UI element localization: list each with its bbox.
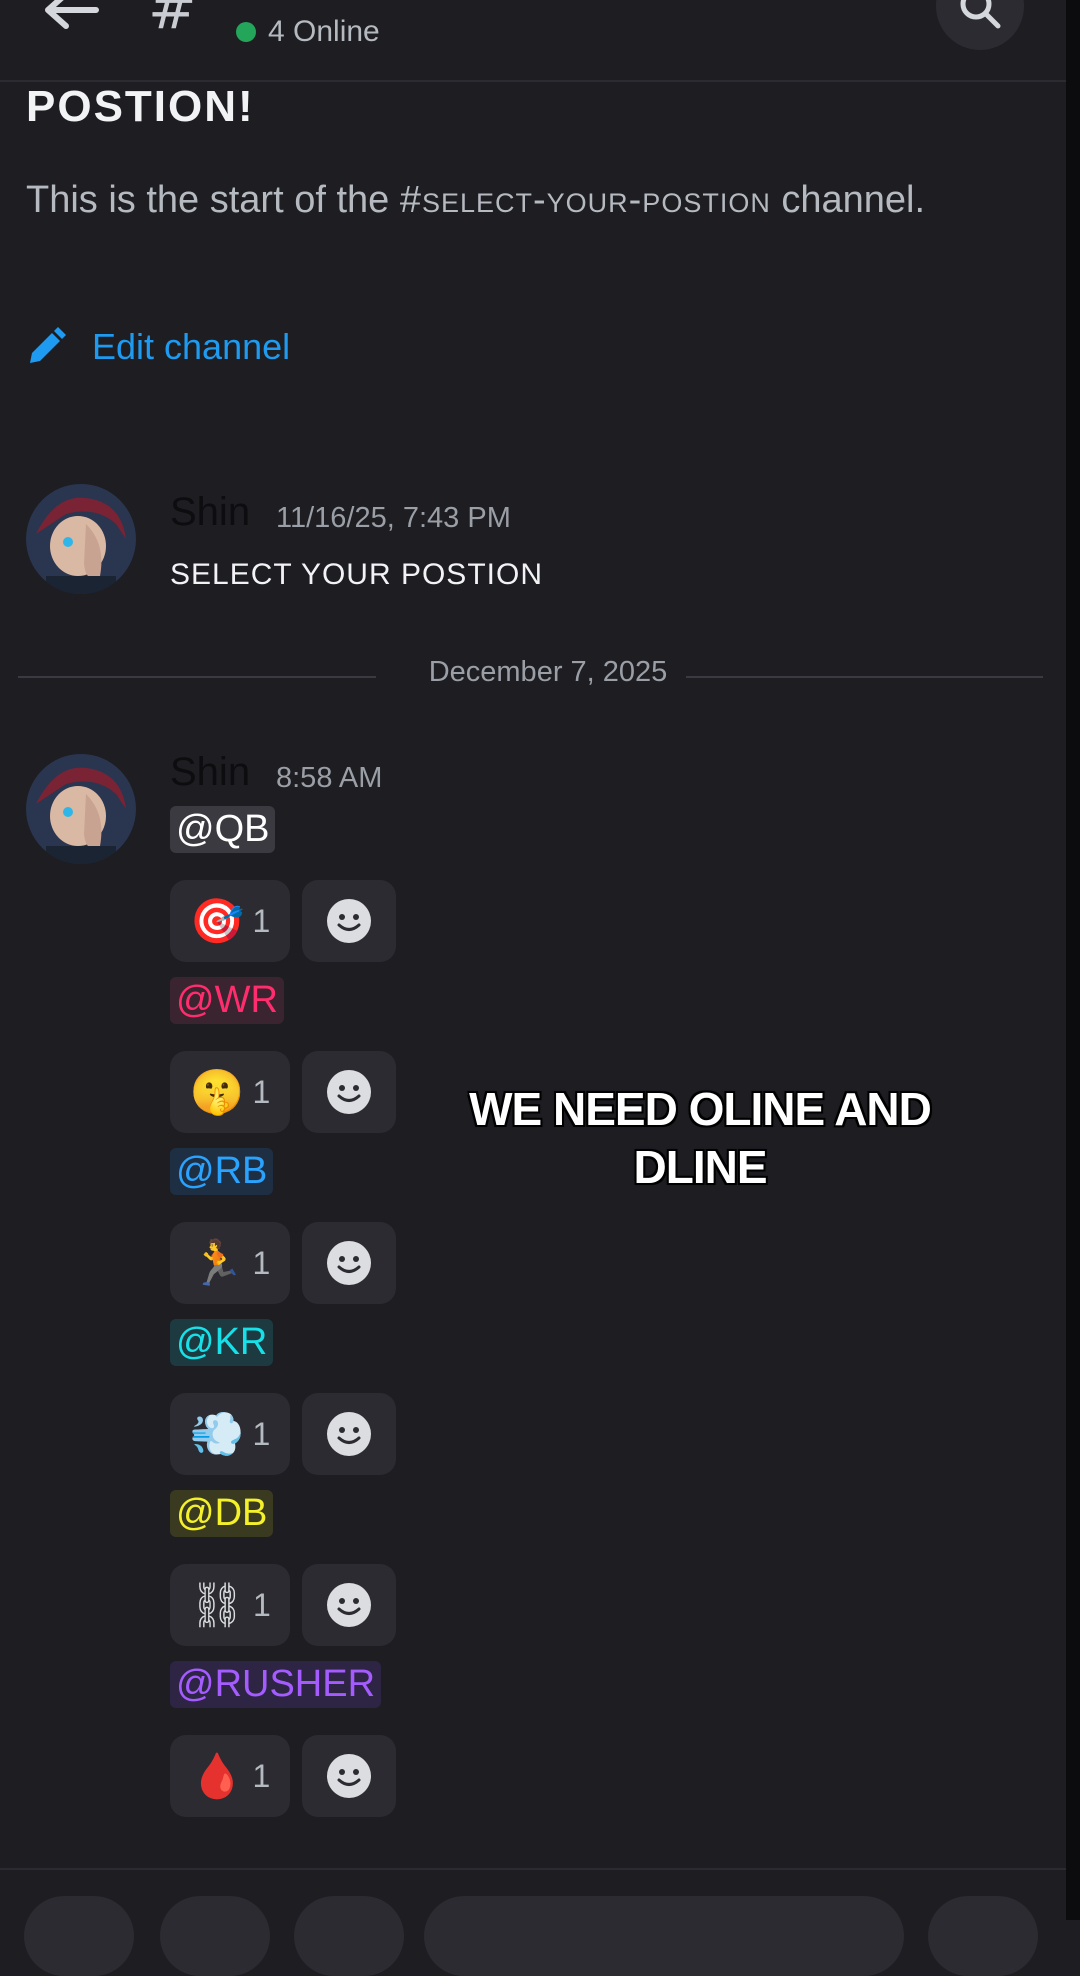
reaction-pill[interactable]: 💨 1 (170, 1393, 290, 1475)
plus-button[interactable] (24, 1896, 134, 1976)
smiley-icon (327, 1241, 371, 1285)
intro-desc-prefix: This is the start of the (26, 179, 400, 221)
role-mention[interactable]: @KR (170, 1319, 274, 1366)
role-mention[interactable]: @DB (170, 1490, 274, 1537)
reaction-pill[interactable]: 🤫 1 (170, 1051, 290, 1133)
smiley-icon (327, 1583, 371, 1627)
add-reaction-button[interactable] (302, 1564, 396, 1646)
reaction-emoji-icon: 💨 (189, 1409, 245, 1460)
reaction-pill[interactable]: 🎯 1 (170, 880, 290, 962)
avatar[interactable] (26, 754, 136, 864)
smiley-icon (327, 1754, 371, 1798)
role-mention[interactable]: @RB (170, 1148, 274, 1195)
apps-button[interactable] (160, 1896, 270, 1976)
add-reaction-button[interactable] (302, 1222, 396, 1304)
role-mention[interactable]: @WR (170, 977, 284, 1024)
edit-channel-button[interactable]: Edit channel (26, 326, 290, 368)
add-reaction-button[interactable] (302, 1393, 396, 1475)
reaction-count: 1 (252, 1757, 271, 1794)
back-arrow-icon[interactable] (40, 0, 100, 30)
reaction-pill[interactable]: 🏃 1 (170, 1222, 290, 1304)
reaction-emoji-icon: 🏃 (189, 1238, 245, 1289)
reaction-pill[interactable]: 🩸 1 (170, 1735, 290, 1817)
avatar-image (26, 484, 136, 594)
reaction-count: 1 (252, 1073, 271, 1110)
avatar[interactable] (26, 484, 136, 594)
reaction-count: 1 (253, 1586, 271, 1623)
online-count: 4 Online (236, 15, 380, 49)
channel-intro-title: POSTION! (26, 82, 255, 131)
avatar-image (26, 754, 136, 864)
smiley-icon (327, 1070, 371, 1114)
reaction-emoji-icon: ⛓ (189, 1580, 246, 1631)
online-dot-icon (236, 22, 256, 42)
date-divider-label: December 7, 2025 (428, 656, 668, 688)
channel-hash-icon: # (148, 0, 197, 42)
message-timestamp: 11/16/25, 7:43 PM (276, 502, 511, 534)
search-icon (960, 0, 1001, 29)
reaction-count: 1 (252, 1415, 271, 1452)
message-author[interactable]: Shin (170, 750, 250, 795)
smiley-icon (327, 899, 371, 943)
search-button[interactable] (936, 0, 1024, 50)
gift-button[interactable] (294, 1896, 404, 1976)
reaction-emoji-icon: 🎯 (189, 896, 245, 947)
channel-intro-description: This is the start of the #select-your-po… (26, 172, 926, 228)
intro-channel-name: #select-your-postion (399, 179, 771, 221)
channel-header: # 4 Online (0, 0, 1066, 82)
add-reaction-button[interactable] (302, 1051, 396, 1133)
reaction-pill[interactable]: ⛓ 1 (170, 1564, 290, 1646)
message-text: SELECT YOUR POSTION (170, 558, 543, 591)
smiley-icon (327, 1412, 371, 1456)
video-caption: WE NEED OLINE AND DLINE (469, 1083, 932, 1193)
online-text: 4 Online (268, 15, 380, 48)
screen-edge (1066, 0, 1080, 1920)
reaction-count: 1 (252, 902, 271, 939)
edit-channel-label: Edit channel (92, 326, 291, 367)
add-reaction-button[interactable] (302, 880, 396, 962)
role-mention[interactable]: @RUSHER (170, 1661, 382, 1708)
voice-button[interactable] (928, 1896, 1038, 1976)
message-composer-bar (0, 1868, 1066, 1976)
intro-desc-suffix: channel. (770, 179, 926, 221)
reaction-count: 1 (252, 1244, 271, 1281)
pencil-icon (30, 327, 66, 363)
role-mention[interactable]: @QB (170, 806, 276, 853)
message-input[interactable] (424, 1896, 904, 1976)
message-author[interactable]: Shin (170, 490, 250, 535)
message-timestamp: 8:58 AM (276, 762, 383, 794)
reaction-emoji-icon: 🤫 (189, 1067, 245, 1118)
reaction-emoji-icon: 🩸 (189, 1751, 245, 1802)
add-reaction-button[interactable] (302, 1735, 396, 1817)
date-divider: December 7, 2025 (18, 656, 1043, 688)
